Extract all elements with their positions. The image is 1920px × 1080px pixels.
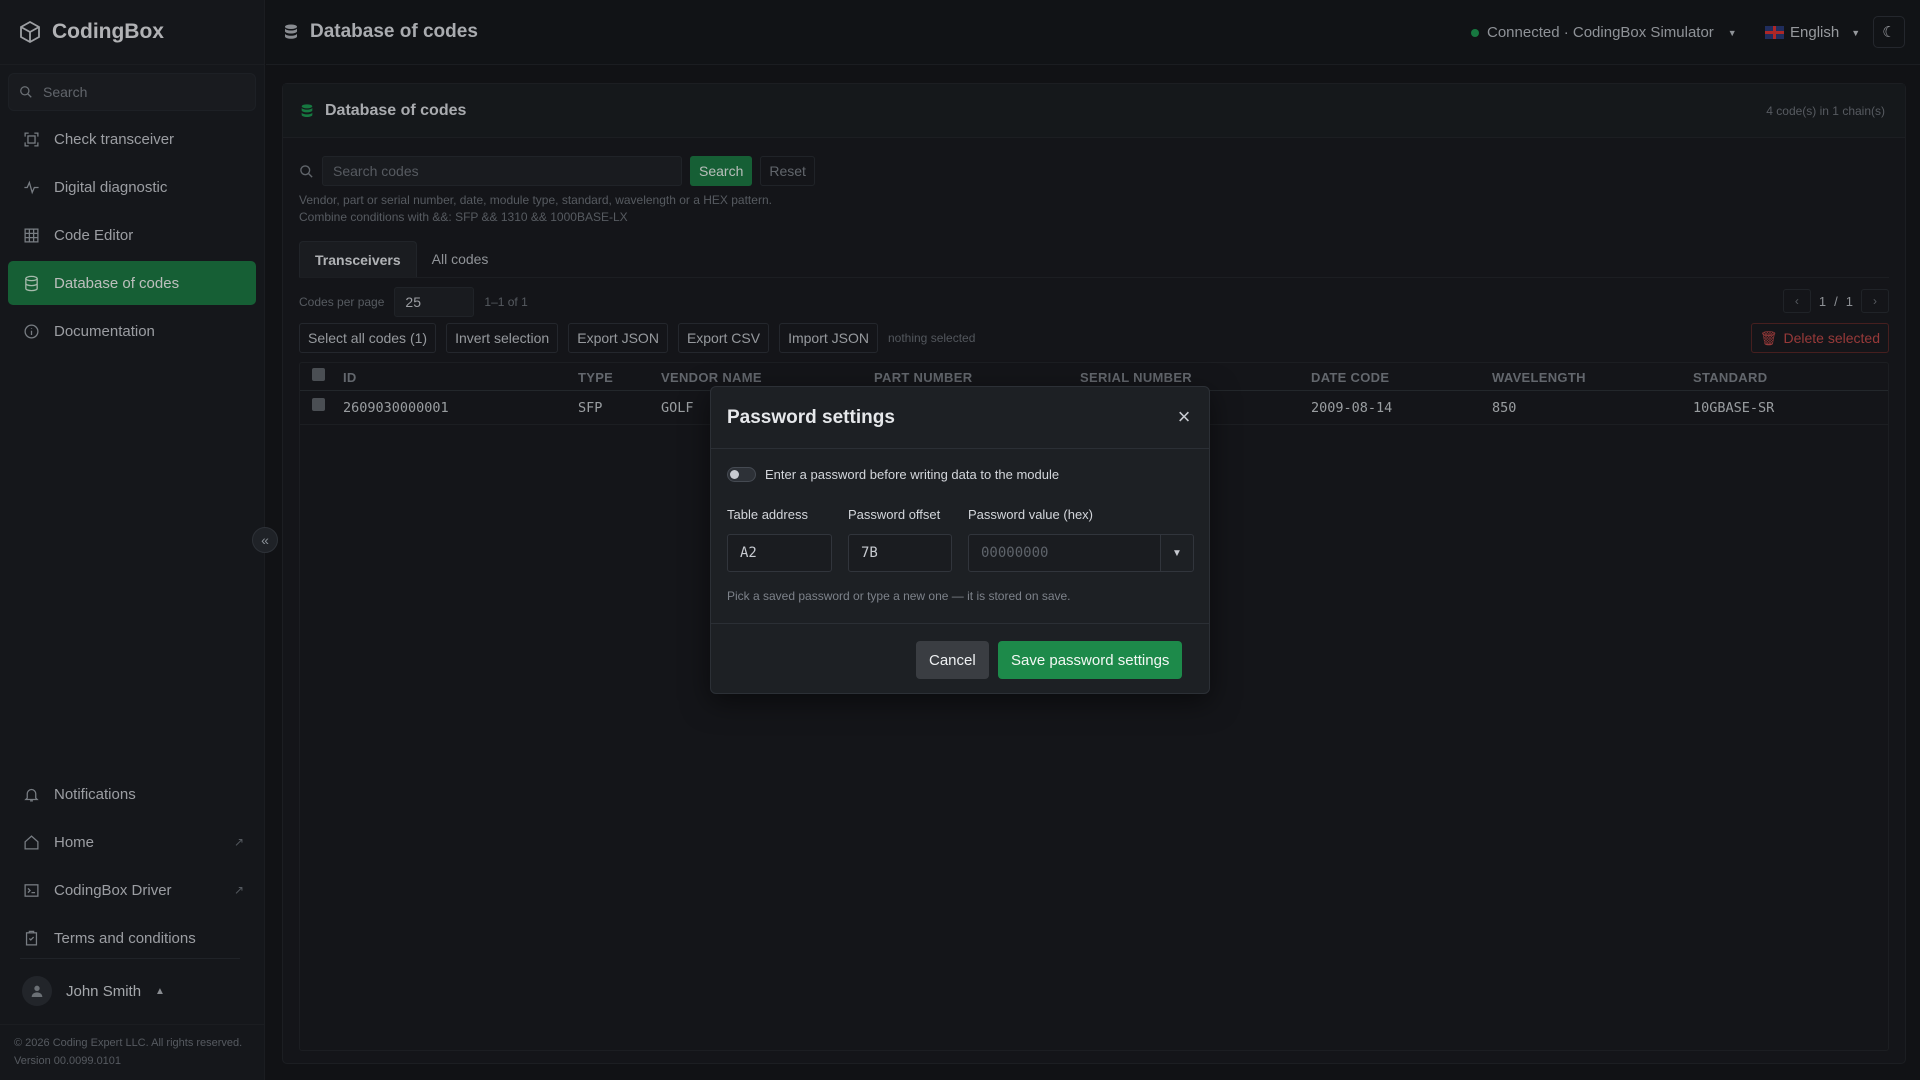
modal-title: Password settings [727, 406, 895, 428]
caret-down-icon: ▼ [1172, 547, 1182, 559]
close-button[interactable]: × [1173, 406, 1195, 428]
close-icon: × [1177, 404, 1191, 429]
offset-label: Password offset [848, 507, 941, 522]
modal-hint: Pick a saved password or type a new one … [727, 589, 1071, 603]
offset-value: 7B [861, 545, 878, 561]
password-settings-modal: Password settings × Enter a password bef… [710, 386, 1210, 694]
table-address-value: A2 [740, 545, 757, 561]
collapse-sidebar-button[interactable]: « [252, 527, 278, 553]
value-placeholder: 00000000 [981, 545, 1049, 561]
password-toggle[interactable] [727, 467, 756, 482]
password-toggle-row: Enter a password before writing data to … [727, 467, 1059, 482]
divider [711, 623, 1209, 624]
cancel-button[interactable]: Cancel [916, 641, 989, 679]
password-offset-input[interactable]: 7B [848, 534, 952, 572]
table-address-input[interactable]: A2 [727, 534, 832, 572]
modal-header: Password settings [711, 387, 1209, 449]
value-label: Password value (hex) [968, 507, 1093, 522]
save-password-settings-button[interactable]: Save password settings [998, 641, 1183, 679]
toggle-label: Enter a password before writing data to … [765, 467, 1060, 482]
chevron-double-left-icon: « [261, 532, 269, 548]
table-address-label: Table address [727, 507, 808, 522]
password-value-input[interactable]: 00000000 [968, 534, 1161, 572]
saved-passwords-dropdown[interactable]: ▼ [1160, 534, 1194, 572]
